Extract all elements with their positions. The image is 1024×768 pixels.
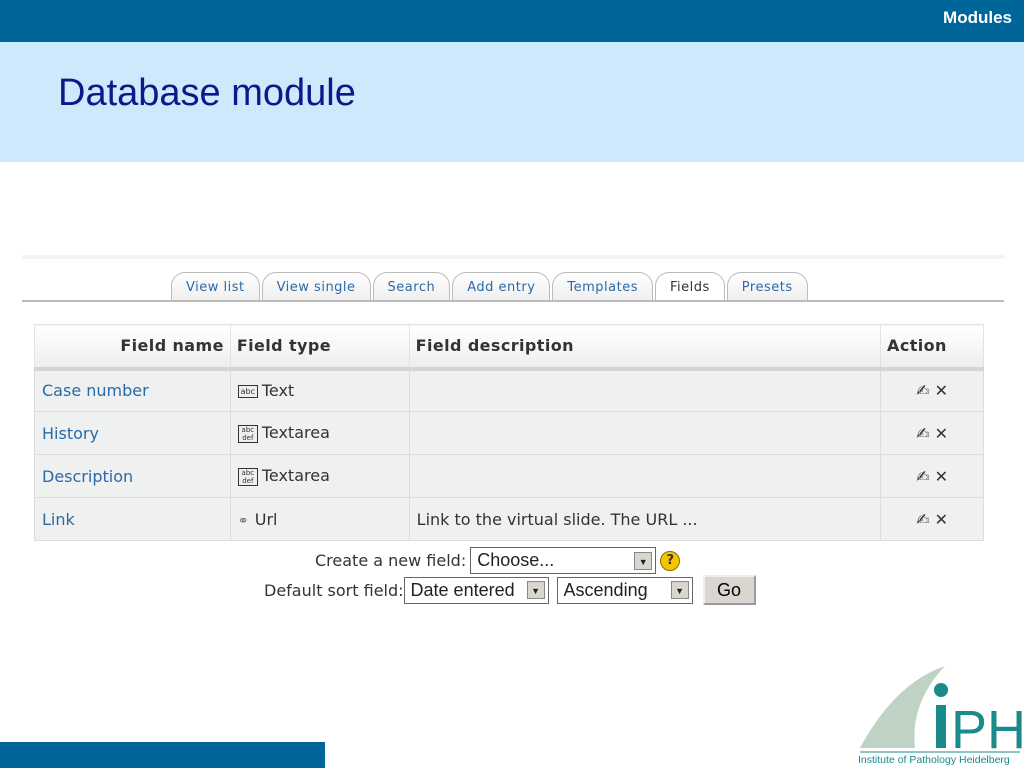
svg-text:PH: PH [951, 700, 1023, 760]
sort-row: Default sort field: Date entered ▼ Ascend… [264, 575, 756, 605]
create-field-row: Create a new field: Choose... ▼ ? [315, 547, 681, 574]
textarea-field-icon: abc def [237, 467, 258, 486]
section-label: Modules [943, 8, 1012, 27]
divider [22, 255, 1004, 259]
field-description: Link to the virtual slide. The URL ... [408, 497, 882, 541]
link-icon-glyph: ⚭ [237, 513, 249, 529]
tab-templates[interactable]: Templates [552, 272, 653, 302]
delete-icon[interactable]: ✕ [935, 467, 948, 486]
go-button[interactable]: Go [702, 575, 756, 605]
textarea-field-icon: abc def [237, 424, 258, 443]
field-type: Textarea [261, 423, 330, 443]
tab-view-list[interactable]: View list [171, 272, 260, 302]
help-icon[interactable]: ? [660, 550, 681, 571]
tab-presets[interactable]: Presets [726, 272, 808, 302]
delete-icon[interactable]: ✕ [935, 510, 948, 529]
table-row: Case number abc Text ✍ ✕ [34, 368, 984, 412]
top-bar: Modules [0, 0, 1024, 42]
tab-fields[interactable]: Fields [655, 272, 725, 302]
field-type: Url [254, 509, 278, 529]
svg-text:Institute of Pathology Heidelb: Institute of Pathology Heidelberg [858, 754, 1010, 765]
chevron-down-icon: ▼ [526, 581, 545, 599]
field-type: Text [261, 381, 295, 401]
create-field-label: Create a new field: [315, 551, 467, 570]
field-type: Textarea [261, 466, 330, 486]
delete-icon[interactable]: ✕ [935, 424, 948, 443]
tab-view-single[interactable]: View single [261, 272, 371, 302]
text-field-icon: abc [237, 385, 258, 399]
slide-title: Database module [58, 72, 356, 114]
edit-icon[interactable]: ✍ [916, 424, 929, 443]
field-name-link[interactable]: History [42, 424, 99, 443]
bottom-bar [0, 742, 325, 768]
field-name-link[interactable]: Description [42, 467, 133, 486]
table-row: Description abc def Textarea ✍ ✕ [34, 454, 984, 498]
iph-logo: PH Institute of Pathology Heidelberg [858, 666, 1023, 765]
chevron-down-icon: ▼ [670, 581, 689, 599]
fields-table: Field name Field type Field description … [34, 324, 984, 541]
table-row: Link link⚭Url Link to the virtual slide.… [34, 497, 984, 541]
create-field-select[interactable]: Choose... ▼ [470, 547, 657, 574]
sort-field-value: Date entered [410, 579, 515, 600]
edit-icon[interactable]: ✍ [916, 381, 929, 400]
header-field-description[interactable]: Field description [408, 324, 882, 371]
sort-field-select[interactable]: Date entered ▼ [403, 576, 549, 604]
field-description [408, 454, 882, 498]
sort-order-value: Ascending [563, 579, 648, 600]
field-name-link[interactable]: Case number [42, 381, 149, 400]
field-description [408, 368, 882, 412]
field-description [408, 411, 882, 455]
field-name-link[interactable]: Link [42, 510, 75, 529]
tab-search[interactable]: Search [372, 272, 451, 302]
edit-icon[interactable]: ✍ [916, 467, 929, 486]
table-header: Field name Field type Field description … [34, 324, 984, 371]
create-field-value: Choose... [477, 550, 555, 570]
edit-icon[interactable]: ✍ [916, 510, 929, 529]
header-field-name[interactable]: Field name [34, 324, 231, 371]
sort-order-select[interactable]: Ascending ▼ [556, 576, 693, 604]
tab-divider [22, 300, 1004, 302]
table-row: History abc def Textarea ✍ ✕ [34, 411, 984, 455]
tab-bar: View list View single Search Add entry T… [171, 272, 808, 302]
chevron-down-icon: ▼ [634, 551, 653, 570]
sort-field-label: Default sort field: [264, 580, 404, 600]
header-field-type[interactable]: Field type [229, 324, 410, 371]
tab-add-entry[interactable]: Add entry [452, 272, 551, 302]
header-action: Action [880, 324, 984, 371]
delete-icon[interactable]: ✕ [935, 381, 948, 400]
